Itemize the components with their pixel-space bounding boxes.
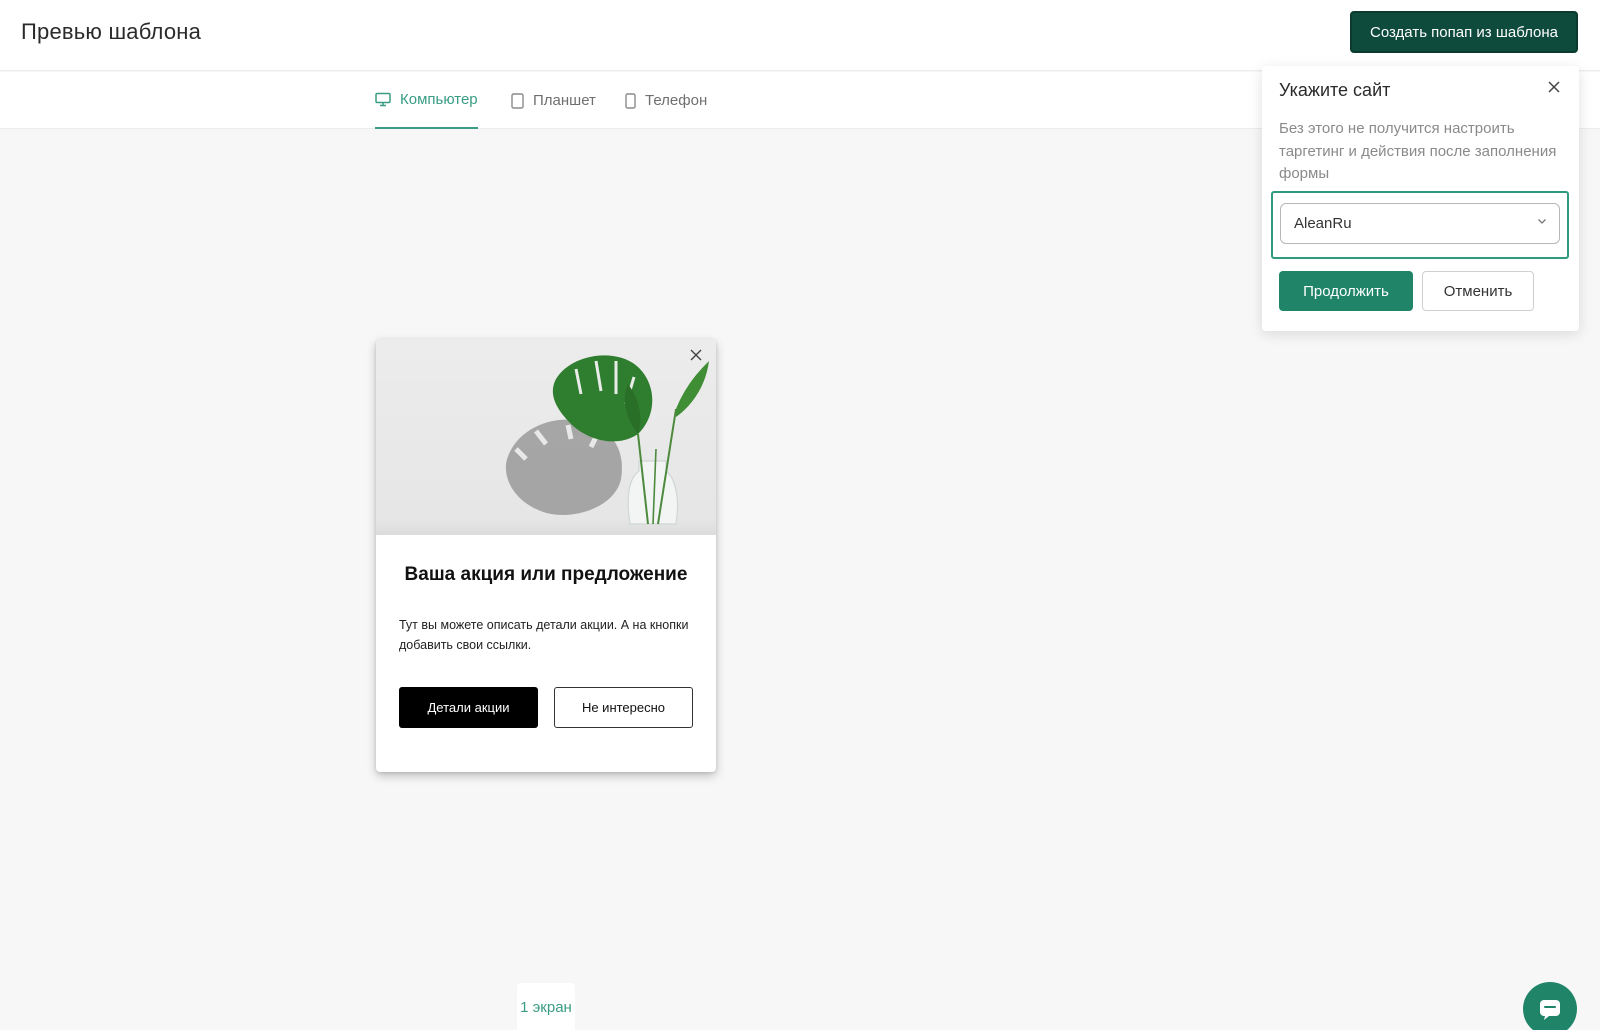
- top-header: Превью шаблона Создать попап из шаблона: [0, 0, 1600, 71]
- phone-icon: [625, 92, 636, 109]
- tab-phone[interactable]: Телефон: [625, 72, 707, 129]
- popup-title: Ваша акция или предложение: [404, 564, 688, 585]
- chat-widget-button[interactable]: [1523, 982, 1577, 1030]
- site-select-focus-ring: AleanRu: [1271, 191, 1569, 259]
- site-select[interactable]: AleanRu: [1280, 203, 1560, 244]
- tablet-icon: [511, 92, 524, 109]
- not-interested-button[interactable]: Не интересно: [554, 687, 693, 728]
- tab-desktop[interactable]: Компьютер: [375, 72, 478, 129]
- cancel-button[interactable]: Отменить: [1422, 271, 1534, 311]
- dialog-title: Укажите сайт: [1279, 80, 1391, 100]
- page-title: Превью шаблона: [21, 19, 202, 44]
- chevron-down-icon: [1537, 217, 1547, 225]
- chat-icon: [1538, 997, 1562, 1021]
- app-root: Превью шаблона Создать попап из шаблона …: [0, 0, 1600, 1030]
- plant-image: [376, 339, 716, 535]
- promo-details-button[interactable]: Детали акции: [399, 687, 538, 728]
- site-select-value: AleanRu: [1294, 215, 1352, 232]
- tab-phone-label: Телефон: [645, 92, 708, 109]
- popup-description: Тут вы можете описать детали акции. А на…: [399, 618, 689, 652]
- create-popup-button[interactable]: Создать попап из шаблона: [1350, 11, 1578, 53]
- tab-tablet-label: Планшет: [533, 92, 596, 109]
- popup-close-icon[interactable]: [686, 345, 706, 365]
- screen-tab[interactable]: 1 экран: [517, 983, 575, 1030]
- continue-button[interactable]: Продолжить: [1279, 271, 1413, 311]
- dialog-description: Без этого не получится настроить таргети…: [1279, 120, 1557, 182]
- tab-desktop-label: Компьютер: [400, 91, 478, 108]
- tab-tablet[interactable]: Планшет: [511, 72, 596, 129]
- close-icon[interactable]: [1545, 78, 1563, 96]
- monitor-icon: [375, 92, 391, 107]
- site-dialog: Укажите сайт Без этого не получится наст…: [1262, 66, 1579, 331]
- popup-preview: Ваша акция или предложение Тут вы можете…: [376, 339, 716, 772]
